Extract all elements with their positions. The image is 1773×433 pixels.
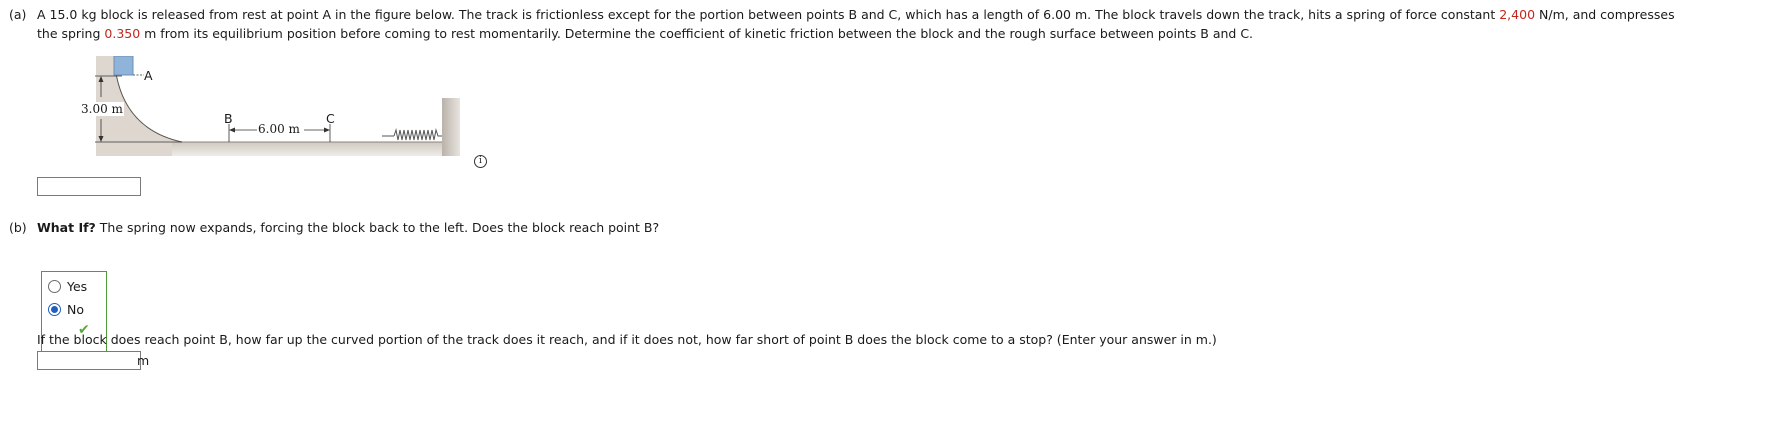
option-no-label: No xyxy=(67,302,84,317)
what-if-label: What If? xyxy=(37,220,96,235)
info-icon[interactable]: i xyxy=(474,155,487,168)
part-a-line-2: the spring 0.350 m from its equilibrium … xyxy=(37,24,1767,43)
question-text: A 15.0 kg block is released from rest at… xyxy=(37,7,1500,22)
part-b-prompt: The spring now expands, forcing the bloc… xyxy=(95,220,660,235)
length-dimension-right-arrow xyxy=(324,127,330,133)
point-c-label: C xyxy=(326,111,335,126)
part-b-answer-input[interactable] xyxy=(37,351,141,370)
info-glyph: i xyxy=(479,156,482,166)
length-label: 6.00 m xyxy=(258,122,300,136)
compression-value: 0.350 xyxy=(104,26,141,41)
part-b-follow-up: If the block does reach point B, how far… xyxy=(37,332,1217,347)
length-dimension-left-arrow xyxy=(229,127,235,133)
point-a-label: A xyxy=(144,68,153,83)
part-a-label: (a) xyxy=(9,7,27,22)
track-figure: A 3.00 m B 6.00 m C xyxy=(80,55,572,186)
radio-yes[interactable] xyxy=(48,280,61,293)
question-text: m from its equilibrium position before c… xyxy=(140,26,1254,41)
part-b-question: What If? The spring now expands, forcing… xyxy=(37,218,659,237)
point-b-label: B xyxy=(224,111,233,126)
spring-coil xyxy=(393,128,442,141)
track-floor-shade xyxy=(172,142,442,156)
part-b-label: (b) xyxy=(9,220,27,235)
part-a-answer-input[interactable] xyxy=(37,177,141,196)
question-text: N/m, and compresses xyxy=(1535,7,1675,22)
question-text: the spring xyxy=(37,26,105,41)
unit-label: m xyxy=(137,353,150,368)
option-yes-label: Yes xyxy=(67,279,88,294)
part-a-line-1: A 15.0 kg block is released from rest at… xyxy=(37,5,1767,24)
radio-no[interactable] xyxy=(48,303,61,316)
part-a-question: A 15.0 kg block is released from rest at… xyxy=(37,5,1767,43)
spring-constant-value: 2,400 xyxy=(1499,7,1536,22)
block xyxy=(113,55,134,76)
option-yes[interactable]: Yes xyxy=(48,279,87,294)
right-wall xyxy=(442,98,460,156)
height-label: 3.00 m xyxy=(80,102,124,116)
option-no[interactable]: No xyxy=(48,302,84,317)
